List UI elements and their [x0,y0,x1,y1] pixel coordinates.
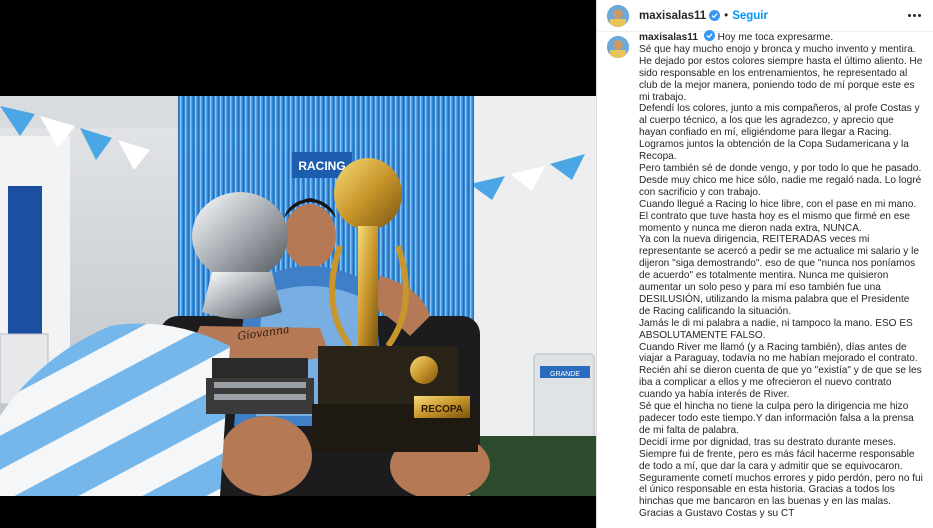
caption-line: Recién ahí se dieron cuenta de que yo "e… [639,365,922,401]
follow-button[interactable]: Seguir [732,10,768,22]
caption-line: He dejado por estos colores siempre hast… [639,55,923,103]
caption-row: maxisalas11 Hoy me toca expresarme. Sé q… [597,30,933,520]
post-header: maxisalas11 • Seguir [597,0,933,32]
caption-text: maxisalas11 Hoy me toca expresarme. Sé q… [639,30,923,520]
caption-line: Cuando llegué a Racing lo hice libre, co… [639,198,917,234]
caption-line: Sé que el hincha no tiene la culpa pero … [639,401,914,436]
caption-line: Gracias a Gustavo Costas y su CT [639,508,795,520]
caption-line-text: Hoy me toca expresarme. [717,32,834,43]
verified-badge-icon [703,30,715,41]
photo-illustration: RACING GRANDE RECOPA Giovanna [0,96,596,496]
caption-username[interactable]: maxisalas11 [639,32,698,43]
username[interactable]: maxisalas11 [639,10,706,22]
caption-line: Seguramente cometí muchos errores y pido… [639,472,923,508]
caption-line: maxisalas11 Hoy me toca expresarme. [639,30,923,44]
caption-line: Sé que hay mucho enojo y bronca y mucho … [639,43,916,55]
verified-badge-icon [709,10,721,21]
cooler-brand: GRANDE [550,371,580,378]
caption-line: Cuando River me llamó (y a Racing tambié… [639,341,918,365]
post-side-panel: maxisalas11 • Seguir maxisalas11 Hoy me … [596,0,933,528]
post-photo[interactable]: RACING GRANDE RECOPA Giovanna [0,96,596,496]
caption-avatar[interactable] [607,36,629,58]
caption-line: Defendí los colores, junto a mis compañe… [639,103,920,139]
separator-dot: • [724,9,729,22]
caption-line: Pero también sé de donde vengo, y por to… [639,162,922,174]
more-options-icon[interactable] [908,10,921,21]
caption-line: Logramos juntos la obtención de la Copa … [639,139,909,163]
caption-line: Decidí irme por dignidad, tras su destra… [639,436,896,448]
avatar[interactable] [607,4,629,27]
post-media[interactable]: RACING GRANDE RECOPA Giovanna [0,0,596,528]
caption-line: Ya con la nueva dirigencia, REITERADAS v… [639,234,919,317]
caption-line: Jamás le di mi palabra a nadie, ni tampo… [639,317,913,341]
caption-line: Siempre fui de frente, pero es más fácil… [639,448,915,472]
caption-line: Desde muy chico me hice sólo, nadie me r… [639,174,922,198]
banner-text: RACING [298,159,345,173]
trophy-plaque: RECOPA [421,404,463,415]
